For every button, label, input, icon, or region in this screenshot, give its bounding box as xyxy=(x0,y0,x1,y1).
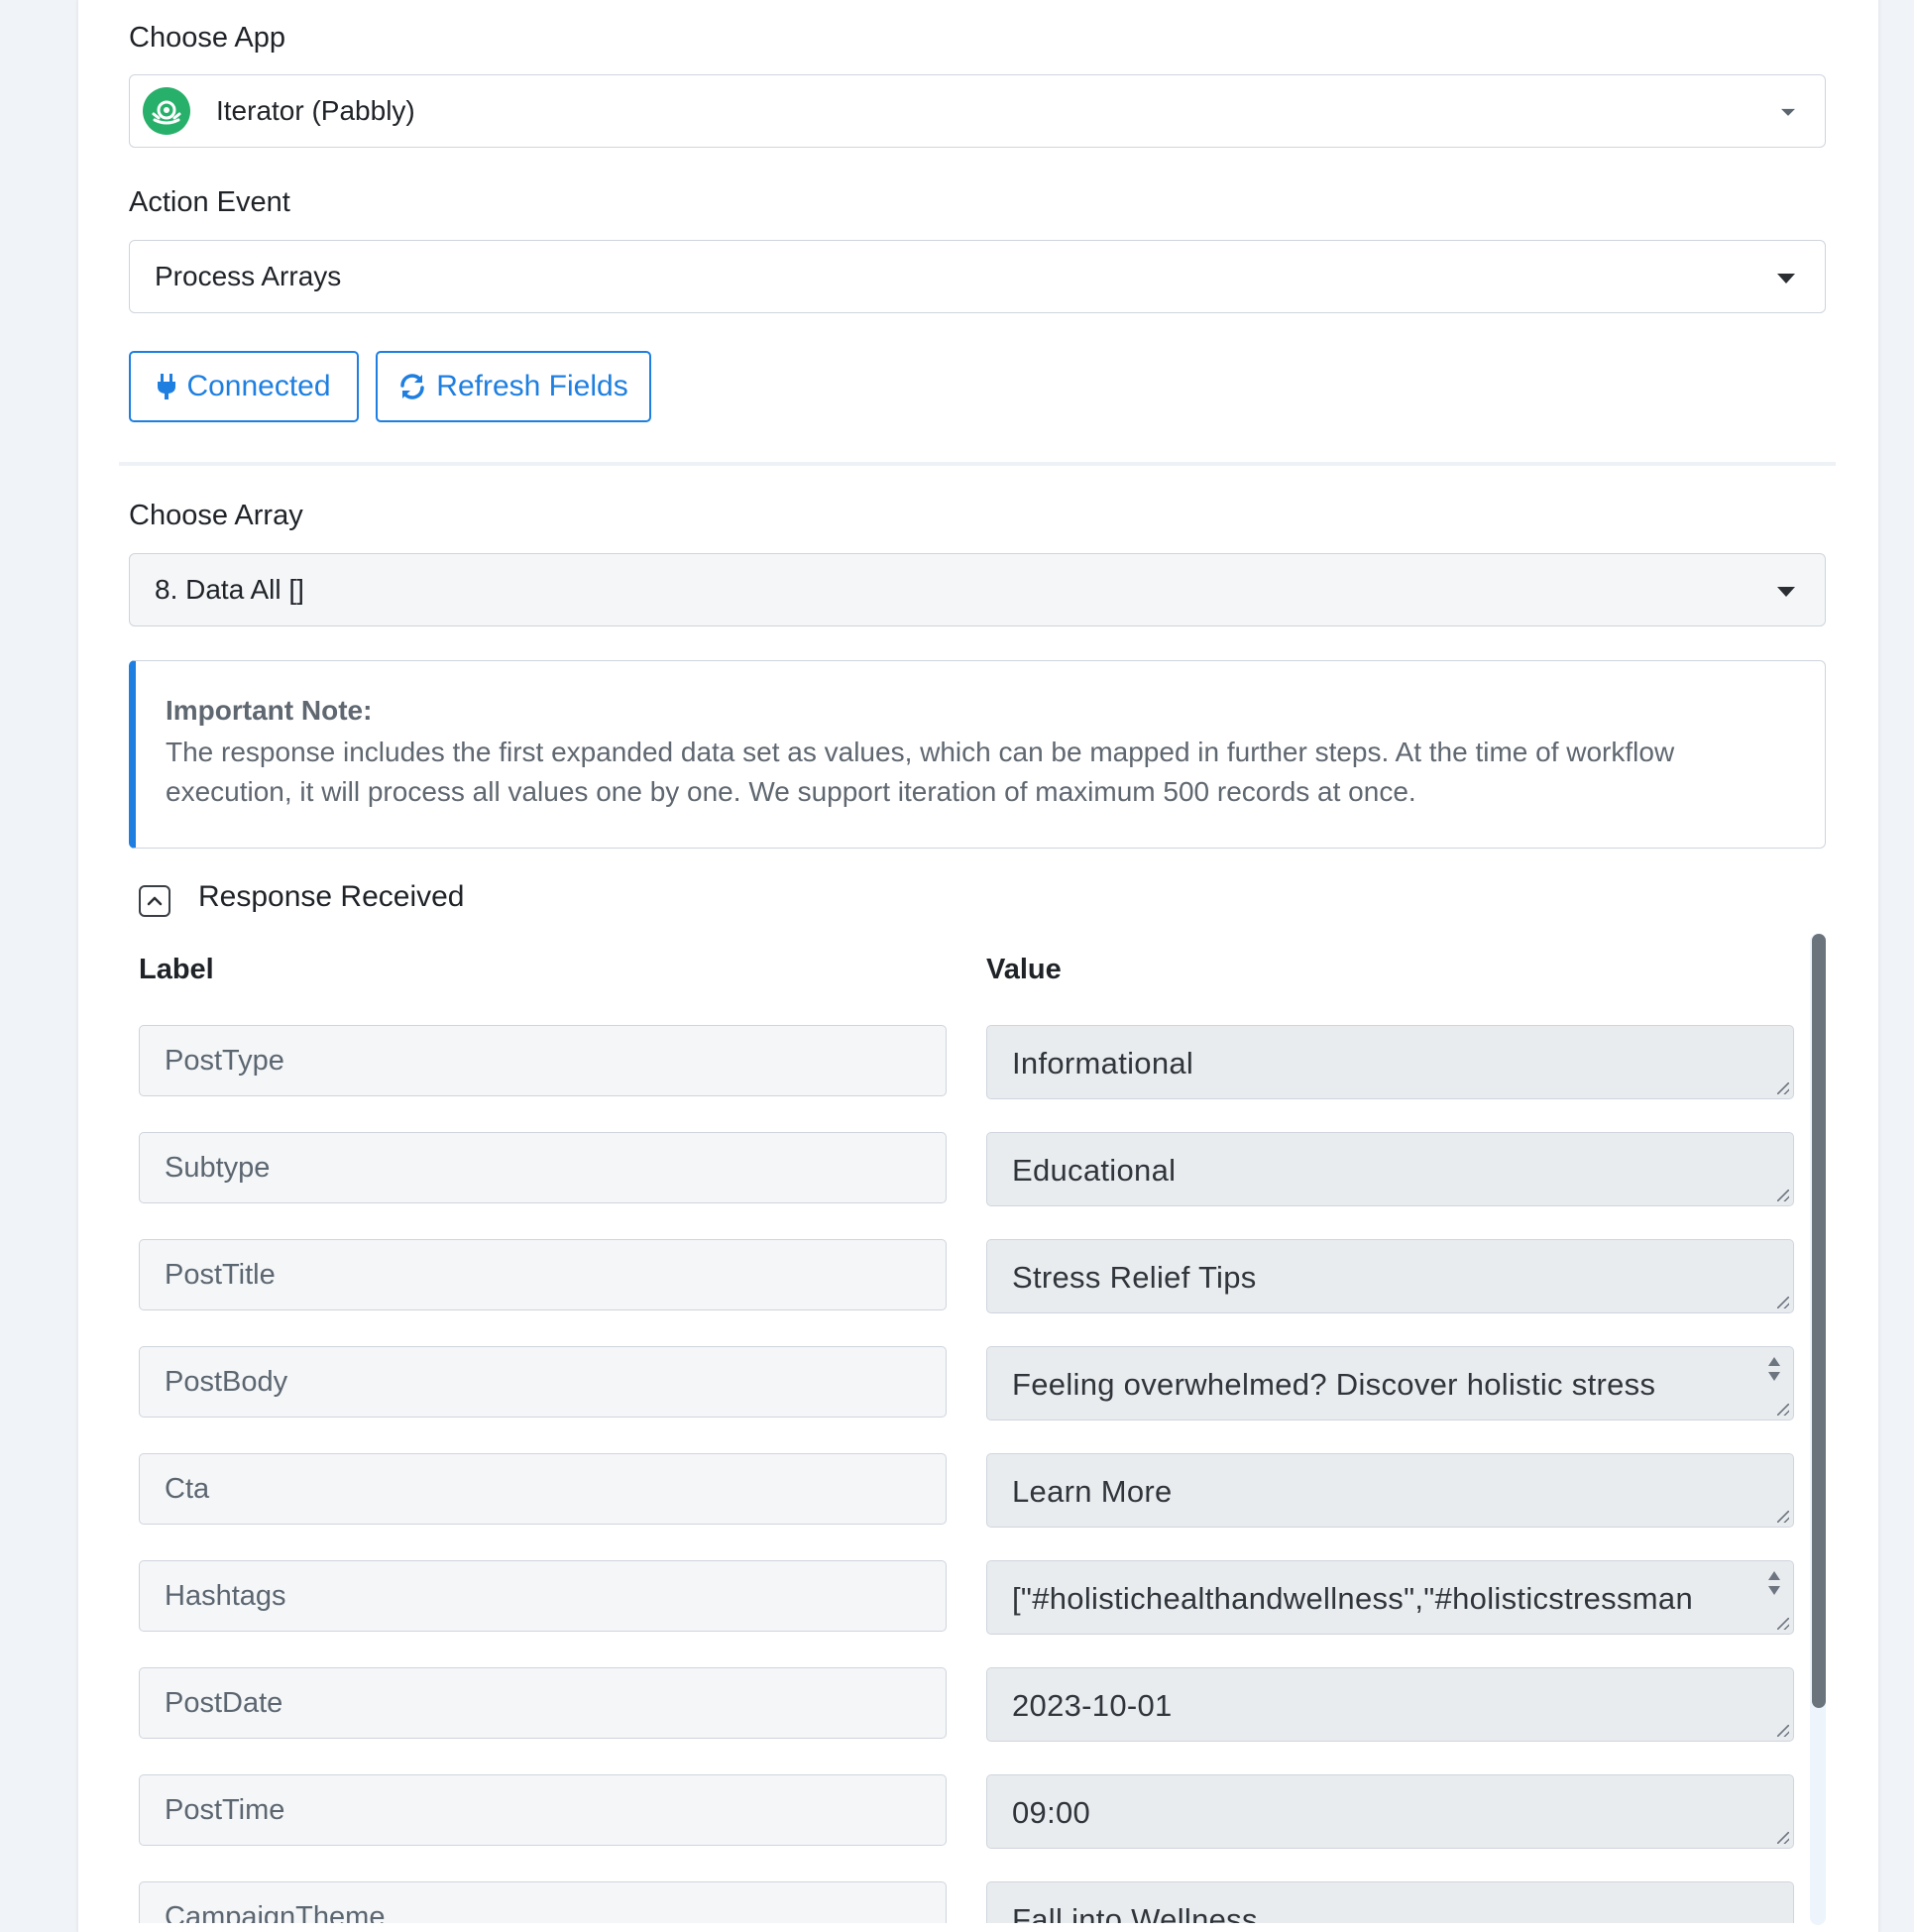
collapse-toggle-button[interactable] xyxy=(139,885,170,917)
refresh-fields-button[interactable]: Refresh Fields xyxy=(376,351,651,422)
spinner-up-icon[interactable] xyxy=(1768,1357,1780,1366)
table-row: PostType Informational xyxy=(139,1025,1794,1132)
note-body: The response includes the first expanded… xyxy=(166,737,1675,807)
field-value-textarea[interactable]: Stress Relief Tips xyxy=(986,1239,1794,1313)
scroll-spinner[interactable] xyxy=(1767,1567,1781,1607)
choose-app-label: Choose App xyxy=(129,22,286,54)
table-row: Hashtags ["#holistichealthandwellness","… xyxy=(139,1560,1794,1667)
table-row: Subtype Educational xyxy=(139,1132,1794,1239)
field-value-textarea[interactable]: Fall into Wellness xyxy=(986,1881,1794,1923)
field-value-textarea[interactable]: Informational xyxy=(986,1025,1794,1099)
spinner-down-icon[interactable] xyxy=(1768,1586,1780,1595)
field-value-textarea[interactable]: ["#holistichealthandwellness","#holistic… xyxy=(986,1560,1794,1635)
field-value-text: 09:00 xyxy=(1012,1795,1091,1830)
field-value-text: Educational xyxy=(1012,1153,1177,1188)
table-row: PostTime 09:00 xyxy=(139,1774,1794,1881)
table-row: PostTitle Stress Relief Tips xyxy=(139,1239,1794,1346)
resize-grip-icon[interactable] xyxy=(1777,1297,1789,1308)
field-label-box[interactable]: Subtype xyxy=(139,1132,947,1203)
field-value-textarea[interactable]: Educational xyxy=(986,1132,1794,1206)
important-note: Important Note: The response includes th… xyxy=(129,660,1826,849)
resize-grip-icon[interactable] xyxy=(1777,1511,1789,1523)
table-row: CampaignTheme Fall into Wellness xyxy=(139,1881,1794,1923)
field-value-text: Learn More xyxy=(1012,1474,1173,1509)
choose-app-select[interactable]: Iterator (Pabbly) xyxy=(129,74,1826,148)
chevron-down-icon xyxy=(1777,587,1795,597)
resize-grip-icon[interactable] xyxy=(1777,1618,1789,1630)
field-label-box[interactable]: Hashtags xyxy=(139,1560,947,1632)
chevron-down-icon xyxy=(1777,274,1795,284)
resize-grip-icon[interactable] xyxy=(1777,1404,1789,1416)
scrollbar-thumb[interactable] xyxy=(1812,934,1826,1708)
spinner-down-icon[interactable] xyxy=(1768,1372,1780,1381)
field-value-text: 2023-10-01 xyxy=(1012,1688,1173,1723)
field-value-text: Fall into Wellness xyxy=(1012,1902,1258,1923)
section-divider xyxy=(119,462,1836,466)
field-value-text: Feeling overwhelmed? Discover holistic s… xyxy=(1012,1367,1656,1402)
field-value-textarea[interactable]: Learn More xyxy=(986,1453,1794,1528)
table-row: PostBody Feeling overwhelmed? Discover h… xyxy=(139,1346,1794,1453)
field-label-box[interactable]: PostDate xyxy=(139,1667,947,1739)
action-event-select[interactable]: Process Arrays xyxy=(129,240,1826,313)
field-label-box[interactable]: PostTitle xyxy=(139,1239,947,1310)
resize-grip-icon[interactable] xyxy=(1777,1832,1789,1844)
resize-grip-icon[interactable] xyxy=(1777,1725,1789,1737)
choose-array-label: Choose Array xyxy=(129,500,303,531)
chevron-down-icon xyxy=(1781,108,1795,116)
field-label-box[interactable]: PostTime xyxy=(139,1774,947,1846)
resize-grip-icon[interactable] xyxy=(1777,1082,1789,1094)
field-value-textarea[interactable]: Feeling overwhelmed? Discover holistic s… xyxy=(986,1346,1794,1421)
response-rows: PostType Informational Subtype Education… xyxy=(139,1025,1794,1923)
field-label-box[interactable]: Cta xyxy=(139,1453,947,1525)
field-value-textarea[interactable]: 2023-10-01 xyxy=(986,1667,1794,1742)
resize-grip-icon[interactable] xyxy=(1777,1190,1789,1201)
action-event-label: Action Event xyxy=(129,186,290,218)
refresh-fields-button-label: Refresh Fields xyxy=(436,370,628,402)
connected-button-label: Connected xyxy=(186,370,331,402)
choose-array-select[interactable]: 8. Data All [] xyxy=(129,553,1826,626)
iterator-logo-icon xyxy=(143,87,190,135)
chevron-up-icon xyxy=(147,896,163,906)
field-value-textarea[interactable]: 09:00 xyxy=(986,1774,1794,1849)
field-value-text: Informational xyxy=(1012,1046,1194,1080)
column-header-value: Value xyxy=(986,954,1062,985)
scroll-spinner[interactable] xyxy=(1767,1353,1781,1393)
plug-icon xyxy=(157,373,176,400)
action-event-value: Process Arrays xyxy=(155,261,342,291)
choose-array-value: 8. Data All [] xyxy=(155,574,304,605)
field-value-text: Stress Relief Tips xyxy=(1012,1260,1257,1295)
refresh-icon xyxy=(398,373,426,400)
field-value-text: ["#holistichealthandwellness","#holistic… xyxy=(1012,1581,1693,1616)
table-row: Cta Learn More xyxy=(139,1453,1794,1560)
note-title: Important Note: xyxy=(166,695,373,726)
response-received-title: Response Received xyxy=(198,880,465,913)
spinner-up-icon[interactable] xyxy=(1768,1571,1780,1580)
field-label-box[interactable]: PostBody xyxy=(139,1346,947,1418)
connected-button[interactable]: Connected xyxy=(129,351,359,422)
choose-app-value: Iterator (Pabbly) xyxy=(216,95,415,126)
column-header-label: Label xyxy=(139,954,214,985)
table-row: PostDate 2023-10-01 xyxy=(139,1667,1794,1774)
field-label-box[interactable]: CampaignTheme xyxy=(139,1881,947,1923)
field-label-box[interactable]: PostType xyxy=(139,1025,947,1096)
